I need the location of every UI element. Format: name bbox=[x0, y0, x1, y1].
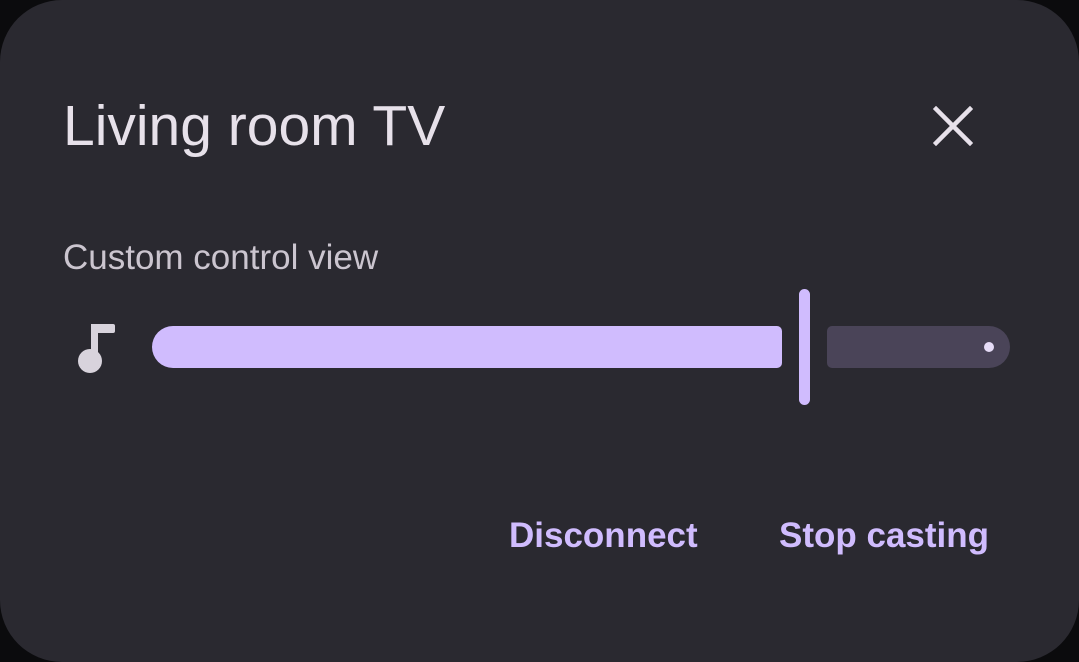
slider-inactive-track bbox=[826, 326, 1010, 368]
close-icon bbox=[933, 106, 973, 146]
dialog-title: Living room TV bbox=[63, 94, 446, 158]
control-view-label: Custom control view bbox=[63, 238, 379, 277]
cast-dialog: Living room TV Custom control view Disco… bbox=[0, 0, 1079, 662]
stop-casting-button[interactable]: Stop casting bbox=[779, 512, 989, 560]
slider-active-track bbox=[152, 326, 782, 368]
disconnect-button[interactable]: Disconnect bbox=[509, 512, 698, 560]
slider-stop-indicator bbox=[984, 342, 994, 352]
volume-slider[interactable] bbox=[150, 288, 1012, 406]
close-button[interactable] bbox=[917, 90, 989, 162]
music-note-icon bbox=[78, 324, 115, 373]
slider-handle[interactable] bbox=[798, 289, 810, 405]
